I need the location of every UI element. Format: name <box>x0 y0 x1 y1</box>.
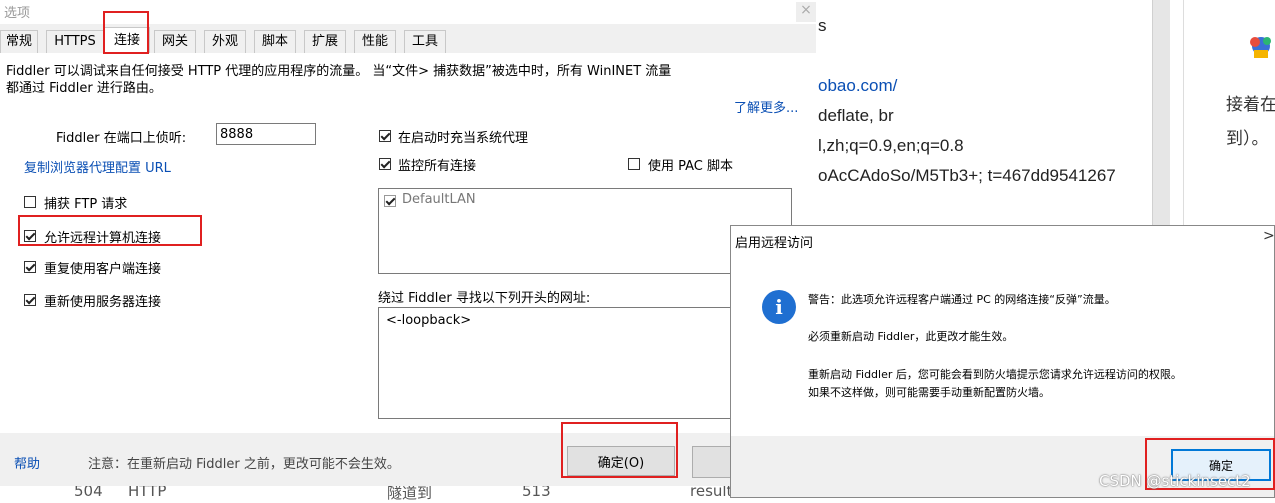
dialog-title: 选项 <box>4 6 31 21</box>
footer-note: 注意：在重新启动 Fiddler 之前，更改可能不会生效。 <box>88 457 400 472</box>
capture-ftp-checkbox[interactable] <box>24 196 36 208</box>
learn-more-link[interactable]: 了解更多... <box>734 97 798 116</box>
cancel-button[interactable] <box>692 446 733 478</box>
copy-proxy-url-link[interactable]: 复制浏览器代理配置 URL <box>24 157 171 176</box>
reuse-client-label: 重复使用客户端连接 <box>44 262 162 277</box>
tab-appearance[interactable]: 外观 <box>204 30 246 53</box>
close-icon[interactable]: > <box>1263 228 1275 244</box>
capture-ftp-label: 捕获 FTP 请求 <box>44 197 128 212</box>
tab-general[interactable]: 常规 <box>0 30 38 53</box>
background-link[interactable]: obao.com/ <box>818 76 897 96</box>
background-side-panel <box>1183 0 1275 230</box>
tab-performance[interactable]: 性能 <box>354 30 396 53</box>
system-proxy-label: 在启动时充当系统代理 <box>398 131 529 146</box>
tab-https[interactable]: HTTPS <box>46 30 104 53</box>
help-link[interactable]: 帮助 <box>14 453 40 472</box>
tab-connections[interactable]: 连接 <box>104 27 150 54</box>
bypass-value: <-loopback> <box>386 313 472 328</box>
dialog-title: 启用远程访问 <box>735 236 814 251</box>
tab-gateway[interactable]: 网关 <box>154 30 196 53</box>
system-proxy-checkbox[interactable] <box>379 130 391 142</box>
firewall-text: 如果不这样做，则可能需要手动重新配置防火墙。 <box>808 386 1050 399</box>
description-text: 都通过 Fiddler 进行路由。 <box>6 81 162 96</box>
background-side-text: 接着在 <box>1226 95 1275 115</box>
allow-remote-label: 允许远程计算机连接 <box>44 231 162 246</box>
reuse-server-label: 重新使用服务器连接 <box>44 295 162 310</box>
use-pac-checkbox[interactable] <box>628 158 640 170</box>
monitor-all-label: 监控所有连接 <box>398 159 477 174</box>
tab-tools[interactable]: 工具 <box>404 30 446 53</box>
defaultlan-checkbox[interactable] <box>384 195 396 207</box>
background-side-text: 到）。 <box>1226 129 1269 149</box>
tab-extensions[interactable]: 扩展 <box>304 30 346 53</box>
reuse-server-checkbox[interactable] <box>24 294 36 306</box>
allow-remote-checkbox[interactable] <box>24 230 36 242</box>
info-icon: i <box>762 290 796 324</box>
background-text: s <box>818 16 827 35</box>
use-pac-label: 使用 PAC 脚本 <box>648 159 734 174</box>
port-label: Fiddler 在端口上侦听: <box>56 131 187 146</box>
defaultlan-label: DefaultLAN <box>402 192 476 207</box>
restart-text: 必须重新启动 Fiddler，此更改才能生效。 <box>808 330 1014 343</box>
background-text: oAcCAdoSo/M5Tb3+; t=467dd9541267 <box>818 166 1116 185</box>
port-input[interactable] <box>216 123 316 145</box>
background-text: deflate, br <box>818 106 894 125</box>
warning-text: 警告：此选项允许远程客户端通过 PC 的网络连接“反弹”流量。 <box>808 293 1116 306</box>
tab-scripting[interactable]: 脚本 <box>254 30 296 53</box>
background-text: l,zh;q=0.9,en;q=0.8 <box>818 136 964 155</box>
monitor-all-checkbox[interactable] <box>379 158 391 170</box>
watermark: CSDN @stickinsect2 <box>1099 472 1251 490</box>
bypass-label: 绕过 Fiddler 寻找以下列开头的网址: <box>378 291 591 306</box>
ok-button[interactable]: 确定(O) <box>567 446 675 476</box>
logo-icon <box>1250 37 1271 58</box>
firewall-text: 重新启动 Fiddler 后，您可能会看到防火墙提示您请求允许远程访问的权限。 <box>808 368 1182 381</box>
reuse-client-checkbox[interactable] <box>24 261 36 273</box>
options-titlebar <box>0 0 816 24</box>
close-icon[interactable]: × <box>796 2 816 22</box>
